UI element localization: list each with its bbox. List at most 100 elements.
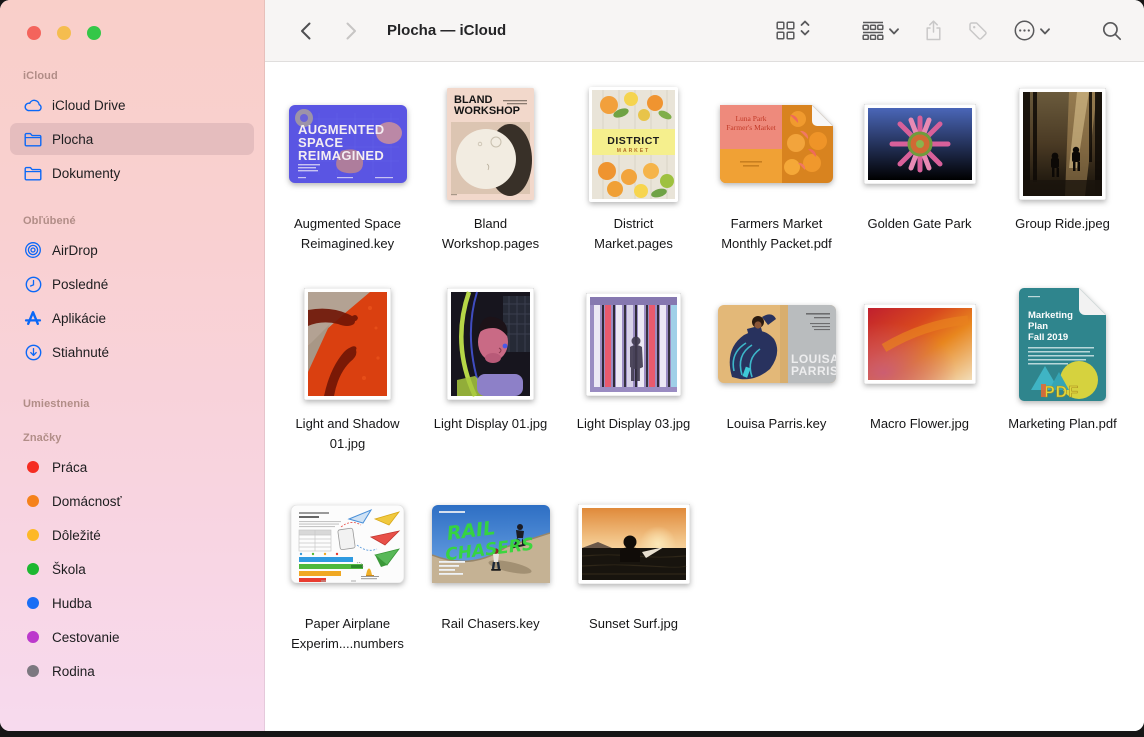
svg-text:Farmer's Market: Farmer's Market — [726, 123, 776, 132]
file-item[interactable]: Group Ride.jpeg — [991, 84, 1134, 284]
svg-text:MARKET: MARKET — [617, 148, 650, 154]
sidebar-item-icloud-drive[interactable]: iCloud Drive — [10, 89, 254, 121]
tag-button[interactable] — [968, 21, 988, 41]
file-item[interactable]: RAIL CHASERS Rail Chasers.key — [419, 484, 562, 684]
file-item[interactable]: BLAND WORKSHOP Bland Workshop.pages — [419, 84, 562, 284]
finder-window: iCloud iCloud Drive Plocha Dokumenty Obľ… — [0, 0, 1144, 731]
share-button[interactable] — [925, 20, 942, 41]
file-name: Augmented Space Reimagined.key — [287, 214, 409, 253]
pages-thumbnail: BLAND WORKSHOP — [447, 88, 534, 200]
tag-label: Hudba — [52, 596, 92, 611]
sidebar-tag-dolezite[interactable]: Dôležité — [10, 519, 254, 551]
view-options-button[interactable] — [776, 21, 795, 40]
clock-icon — [23, 274, 43, 294]
svg-text:Luna Park: Luna Park — [735, 114, 766, 123]
tag-dot-orange — [27, 495, 39, 507]
close-button[interactable] — [27, 26, 41, 40]
tag-label: Práca — [52, 460, 87, 475]
window-controls — [0, 0, 264, 56]
group-by-button[interactable] — [862, 21, 884, 40]
sidebar-section-favorites: Obľúbené — [0, 215, 264, 227]
sidebar-item-label: Dokumenty — [52, 166, 120, 181]
file-item[interactable]: DISTRICT MARKET District Market.pages — [562, 84, 705, 284]
airdrop-icon — [23, 240, 43, 260]
icloud-drive-icon — [23, 95, 43, 115]
file-name: Golden Gate Park — [867, 214, 971, 234]
more-actions-button[interactable] — [1014, 20, 1035, 41]
sidebar-item-label: Posledné — [52, 277, 108, 292]
photo-thumbnail — [1019, 88, 1106, 200]
file-name: Macro Flower.jpg — [870, 414, 969, 434]
file-name: Sunset Surf.jpg — [589, 614, 678, 634]
file-item[interactable]: Light and Shadow 01.jpg — [276, 284, 419, 484]
sidebar-item-stiahnute[interactable]: Stiahnuté — [10, 336, 254, 368]
sidebar-item-label: Aplikácie — [52, 311, 106, 326]
file-name: Rail Chasers.key — [441, 614, 539, 634]
sidebar-item-dokumenty[interactable]: Dokumenty — [10, 157, 254, 189]
sidebar-tag-cestovanie[interactable]: Cestovanie — [10, 621, 254, 653]
back-button[interactable] — [291, 17, 319, 45]
tag-dot-gray — [27, 665, 39, 677]
minimize-button[interactable] — [57, 26, 71, 40]
view-selector-chevrons[interactable] — [800, 19, 810, 42]
keynote-thumbnail: AUGMENTED SPACE REIMAGINED — [289, 105, 407, 183]
file-item[interactable]: Macro Flower.jpg — [848, 284, 991, 484]
sidebar-tag-hudba[interactable]: Hudba — [10, 587, 254, 619]
files-grid: AUGMENTED SPACE REIMAGINED Augmented Spa… — [265, 62, 1144, 684]
photo-thumbnail — [864, 304, 976, 384]
file-item[interactable]: Light Display 01.jpg — [419, 284, 562, 484]
numbers-thumbnail — [291, 505, 404, 583]
download-icon — [23, 342, 43, 362]
chevron-down-icon — [889, 22, 899, 40]
photo-thumbnail — [586, 293, 681, 396]
tag-label: Dôležité — [52, 528, 101, 543]
sidebar-item-label: AirDrop — [52, 243, 98, 258]
sidebar-section-locations: Umiestnenia — [0, 398, 264, 410]
main-area: Plocha — iCloud — [265, 0, 1144, 731]
sidebar-item-posledne[interactable]: Posledné — [10, 268, 254, 300]
zoom-button[interactable] — [87, 26, 101, 40]
window-title: Plocha — iCloud — [387, 22, 506, 39]
file-name: Bland Workshop.pages — [430, 214, 552, 253]
sidebar-item-label: Stiahnuté — [52, 345, 109, 360]
search-button[interactable] — [1102, 21, 1122, 41]
keynote-thumbnail: LOUISA PARRIS — [718, 305, 836, 383]
file-item[interactable]: Marketing Plan Fall 2019 PDF — [991, 284, 1134, 484]
tag-dot-green — [27, 563, 39, 575]
chevron-down-icon — [1040, 22, 1050, 40]
file-item[interactable]: Golden Gate Park — [848, 84, 991, 284]
sidebar-item-airdrop[interactable]: AirDrop — [10, 234, 254, 266]
sidebar-tag-domacnost[interactable]: Domácnosť — [10, 485, 254, 517]
forward-button[interactable] — [337, 17, 365, 45]
file-name: Paper Airplane Experim....numbers — [287, 614, 409, 653]
svg-text:WORKSHOP: WORKSHOP — [454, 105, 520, 117]
file-item[interactable]: LOUISA PARRIS Louisa Parris.key — [705, 284, 848, 484]
tag-dot-purple — [27, 631, 39, 643]
sidebar-tag-rodina[interactable]: Rodina — [10, 655, 254, 687]
file-item[interactable]: Paper Airplane Experim....numbers — [276, 484, 419, 684]
sidebar-item-plocha[interactable]: Plocha — [10, 123, 254, 155]
svg-text:REIMAGINED: REIMAGINED — [298, 148, 384, 163]
tag-label: Rodina — [52, 664, 95, 679]
file-name: Louisa Parris.key — [727, 414, 827, 434]
file-item[interactable]: AUGMENTED SPACE REIMAGINED Augmented Spa… — [276, 84, 419, 284]
sidebar-tag-praca[interactable]: Práca — [10, 451, 254, 483]
folder-icon — [23, 163, 43, 183]
app-store-icon — [23, 308, 43, 328]
tag-dot-yellow — [27, 529, 39, 541]
photo-thumbnail — [447, 288, 534, 400]
svg-text:DISTRICT: DISTRICT — [607, 135, 660, 147]
svg-text:Marketing: Marketing — [1028, 310, 1073, 321]
file-item[interactable]: Sunset Surf.jpg — [562, 484, 705, 684]
file-item[interactable]: Luna Park Farmer's Market Farmers Market… — [705, 84, 848, 284]
file-item[interactable]: Light Display 03.jpg — [562, 284, 705, 484]
file-name: Group Ride.jpeg — [1015, 214, 1110, 234]
sidebar-item-label: Plocha — [52, 132, 93, 147]
photo-thumbnail — [864, 104, 976, 184]
folder-icon — [23, 129, 43, 149]
sidebar-tag-skola[interactable]: Škola — [10, 553, 254, 585]
pages-thumbnail: DISTRICT MARKET — [589, 87, 678, 202]
sidebar-section-tags: Značky — [0, 432, 264, 444]
pdf-thumbnail: Luna Park Farmer's Market — [720, 105, 833, 183]
sidebar-item-aplikacie[interactable]: Aplikácie — [10, 302, 254, 334]
